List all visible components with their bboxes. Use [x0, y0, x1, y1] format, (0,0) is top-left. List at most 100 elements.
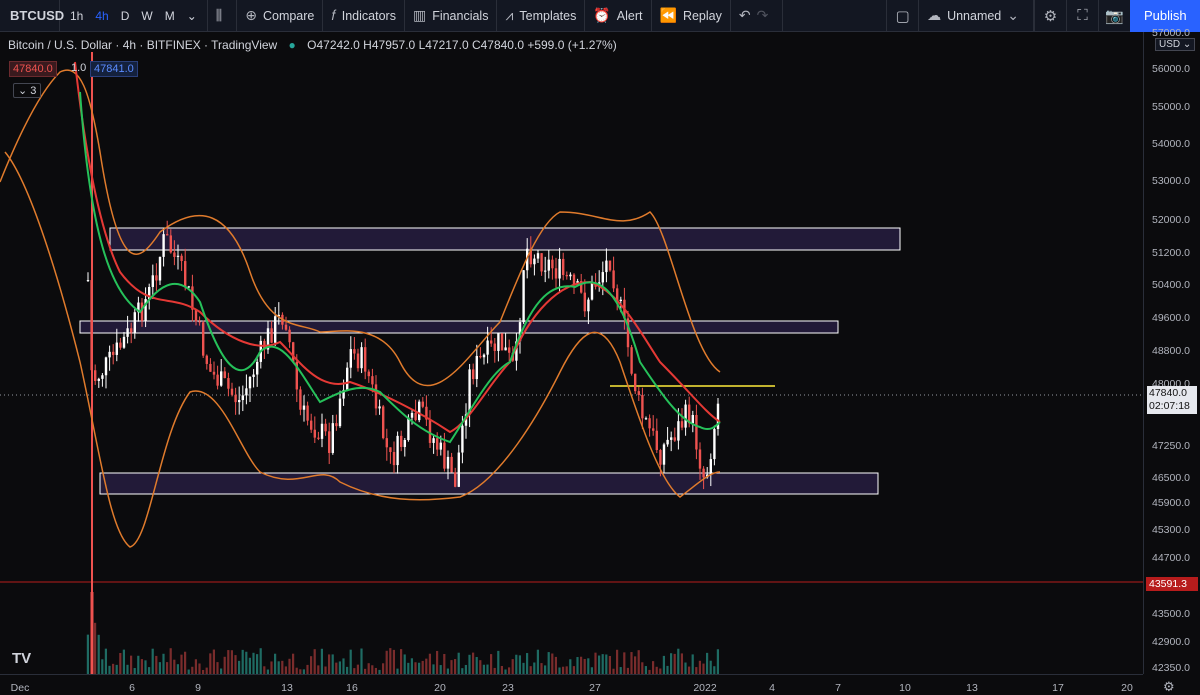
candle-body — [677, 421, 680, 441]
volume-layer — [86, 592, 719, 674]
volume-bar — [360, 648, 363, 674]
candle-body — [666, 439, 669, 445]
volume-bar — [137, 655, 140, 674]
compare-button[interactable]: ⊕ Compare — [237, 0, 324, 32]
price-tick: 55000.0 — [1152, 101, 1190, 113]
candle-body — [407, 417, 410, 441]
volume-bar — [637, 650, 640, 674]
interval-selector: 1h 4h D W M ⌄ — [60, 0, 208, 32]
interval-d[interactable]: D — [115, 9, 136, 23]
candle-body — [349, 349, 352, 368]
layout-name-button[interactable]: ☁ Unnamed ⌄ — [918, 0, 1034, 32]
time-label: 6 — [129, 682, 135, 694]
candle-body — [558, 258, 561, 279]
candle-body — [97, 378, 100, 381]
settings-gear-icon[interactable]: ⚙ — [1034, 0, 1066, 32]
time-label: 16 — [346, 682, 358, 694]
axis-settings-gear-icon[interactable]: ⚙ — [1163, 679, 1175, 695]
candle-body — [356, 353, 360, 369]
volume-bar — [691, 654, 694, 674]
candle-body — [670, 437, 673, 440]
volume-bar — [212, 649, 215, 674]
candle-body — [338, 398, 342, 427]
volume-bar — [500, 665, 503, 674]
volume-bar — [115, 664, 118, 674]
fullscreen-icon[interactable]: ⛶ — [1066, 0, 1098, 32]
candle-body — [695, 414, 698, 450]
chevron-down-icon[interactable]: ⌄ — [181, 9, 203, 23]
fullscreen-layout-icon[interactable]: ▢ — [886, 0, 918, 32]
candle-body — [648, 418, 651, 429]
replay-button[interactable]: ⏪ Replay — [652, 0, 731, 32]
cloud-icon: ☁ — [927, 7, 942, 23]
candle-body — [472, 369, 475, 380]
price-tick: 46500.0 — [1152, 472, 1190, 484]
volume-bar — [263, 666, 266, 674]
volume-bar — [569, 659, 572, 674]
candle-body — [400, 435, 403, 447]
indicators-button[interactable]: 𝑓 Indicators — [323, 0, 405, 32]
candle-body — [562, 258, 565, 275]
camera-icon[interactable]: 📷 — [1098, 0, 1130, 32]
volume-bar — [367, 663, 370, 674]
volume-bar — [148, 667, 151, 674]
interval-m[interactable]: M — [159, 9, 181, 23]
volume-bar — [101, 659, 104, 674]
time-label: 17 — [1052, 682, 1064, 694]
price-tick: 49600.0 — [1152, 312, 1190, 324]
zones-layer — [0, 227, 1143, 583]
tradingview-logo[interactable]: TV — [12, 650, 31, 667]
redo-icon[interactable]: ↷ — [757, 7, 769, 24]
volume-bar — [198, 663, 201, 674]
candle-body — [644, 418, 648, 420]
volume-bar — [421, 660, 424, 674]
alert-button[interactable]: ⏰ Alert — [585, 0, 652, 32]
currency-selector[interactable]: USD ⌄ — [1155, 38, 1196, 51]
volume-bar — [572, 666, 575, 674]
ask-price[interactable]: 47841.0 — [90, 61, 138, 77]
interval-1h[interactable]: 1h — [64, 9, 89, 23]
financials-button[interactable]: ▥ Financials — [405, 0, 498, 32]
symbol-search[interactable]: BTCUSD — [0, 0, 64, 32]
volume-bar — [580, 656, 583, 674]
candle-body — [479, 355, 482, 358]
volume-bar — [292, 653, 295, 674]
volume-bar — [518, 655, 521, 674]
volume-bar — [590, 667, 593, 674]
candle-body — [569, 274, 572, 277]
volume-bar — [356, 664, 359, 674]
time-label: 9 — [195, 682, 201, 694]
undo-icon[interactable]: ↶ — [739, 7, 751, 24]
chart-type-button[interactable]: ⫼ — [208, 0, 238, 32]
volume-bar — [194, 659, 197, 674]
volume-bar — [223, 656, 226, 674]
candle-body — [94, 370, 97, 381]
volume-bar — [335, 662, 338, 674]
bid-price[interactable]: 47840.0 — [9, 61, 57, 77]
templates-button[interactable]: ⩘ Templates — [497, 0, 586, 32]
volume-bar — [144, 660, 147, 674]
candle-body — [313, 429, 316, 438]
volume-bar — [457, 652, 460, 674]
price-chart[interactable] — [0, 32, 1143, 674]
symbol-title[interactable]: Bitcoin / U.S. Dollar · 4h · BITFINEX · … — [8, 38, 277, 52]
volume-bar — [551, 653, 554, 674]
candle-body — [360, 347, 363, 369]
candle-body — [493, 343, 496, 351]
interval-w[interactable]: W — [135, 9, 158, 23]
volume-bar — [540, 663, 543, 674]
candle-body — [684, 404, 687, 428]
volume-bar — [256, 654, 259, 674]
candle-body — [209, 363, 212, 372]
candle-body — [234, 394, 237, 403]
volume-bar — [252, 652, 255, 674]
rewind-icon: ⏪ — [659, 7, 677, 23]
candle-body — [115, 342, 118, 355]
candle-body — [198, 321, 201, 323]
candle-body — [533, 258, 536, 265]
candle-body — [173, 252, 176, 257]
volume-bar — [162, 653, 165, 674]
indicators-toggle[interactable]: ⌄ 3 — [13, 83, 42, 98]
interval-4h[interactable]: 4h — [89, 9, 114, 23]
candle-body — [490, 340, 493, 344]
